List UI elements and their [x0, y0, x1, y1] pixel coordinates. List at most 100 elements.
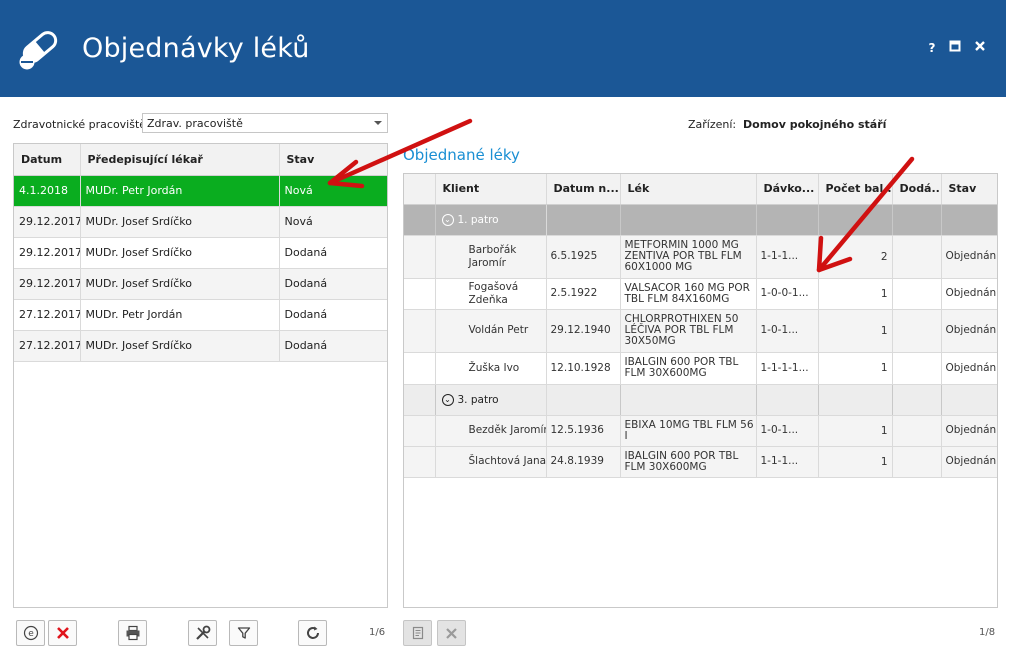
help-button[interactable]: ?: [924, 40, 940, 56]
drug-package-count: 1: [818, 415, 893, 447]
refresh-button[interactable]: [298, 620, 327, 646]
drug-client: Voldán Petr: [435, 309, 547, 353]
drugs-grid: Klient Datum n... Lék Dávko... Počet bal…: [403, 173, 998, 608]
drug-name: EBIXA 10MG TBL FLM 56 I: [620, 415, 757, 447]
drug-delivered: [892, 309, 942, 353]
drug-dosage: 1-0-0-1...: [756, 278, 819, 310]
filter-button[interactable]: [229, 620, 258, 646]
row-indent: [404, 352, 436, 385]
group-row-floor-3[interactable]: ⌄ 3. patro: [404, 384, 997, 416]
orders-col-date[interactable]: Datum: [14, 144, 81, 176]
order-date: 29.12.2017: [14, 237, 81, 269]
order-row[interactable]: 29.12.2017 MUDr. Josef Srdíčko Dodaná: [14, 268, 387, 300]
order-status: Nová: [279, 175, 387, 207]
drug-dosage: 1-1-1...: [756, 446, 819, 478]
order-date: 27.12.2017: [14, 330, 81, 362]
drugs-col-client[interactable]: Klient: [435, 174, 547, 205]
drug-row[interactable]: Žuška Ivo 12.10.1928 IBALGIN 600 POR TBL…: [404, 352, 997, 385]
drug-delivered: [892, 415, 942, 447]
drug-package-count: 1: [818, 352, 893, 385]
orders-col-doctor[interactable]: Předepisující lékař: [80, 144, 280, 176]
facility-value: Domov pokojného stáří: [743, 118, 887, 131]
delete-button[interactable]: [48, 620, 77, 646]
drug-client: Fogašová Zdeňka: [435, 278, 547, 310]
row-indent: [404, 235, 436, 279]
drugs-col-dosage[interactable]: Dávko...: [756, 174, 819, 205]
drug-row[interactable]: Šlachtová Jana 24.8.1939 IBALGIN 600 POR…: [404, 446, 997, 478]
document-icon: [412, 626, 423, 640]
order-doctor: MUDr. Petr Jordán: [80, 175, 280, 207]
filter-icon: [237, 627, 250, 639]
orders-grid: Datum Předepisující lékař Stav 4.1.2018 …: [13, 143, 388, 608]
drug-row[interactable]: Fogašová Zdeňka 2.5.1922 VALSACOR 160 MG…: [404, 278, 997, 310]
group-blank: [756, 384, 819, 416]
order-row[interactable]: 29.12.2017 MUDr. Josef Srdíčko Nová: [14, 206, 387, 238]
drug-status: Objednán: [941, 415, 997, 447]
drug-name: IBALGIN 600 POR TBL FLM 30X600MG: [620, 352, 757, 385]
group-row-floor-1[interactable]: ⌄ 1. patro: [404, 204, 997, 236]
svg-text:e: e: [28, 629, 34, 639]
order-date: 29.12.2017: [14, 206, 81, 238]
drugs-col-birthdate[interactable]: Datum n...: [546, 174, 621, 205]
workplace-label: Zdravotnické pracoviště:: [13, 118, 150, 131]
drug-client: Šlachtová Jana: [435, 446, 547, 478]
order-row[interactable]: 29.12.2017 MUDr. Josef Srdíčko Dodaná: [14, 237, 387, 269]
drug-delivered: [892, 235, 942, 279]
header-bar: Objednávky léků ?: [0, 0, 1006, 97]
maximize-button[interactable]: [947, 40, 963, 56]
collapse-icon[interactable]: ⌄: [441, 393, 454, 406]
drug-status: Objednán: [941, 309, 997, 353]
collapse-icon[interactable]: ⌄: [441, 213, 454, 226]
orders-col-status[interactable]: Stav: [279, 144, 387, 176]
group-blank: [941, 384, 997, 416]
order-row[interactable]: 27.12.2017 MUDr. Petr Jordán Dodaná: [14, 299, 387, 331]
group-blank: [620, 204, 757, 236]
pill-logo-icon: [19, 31, 58, 70]
edit-button[interactable]: e: [16, 620, 45, 646]
print-button[interactable]: [118, 620, 147, 646]
order-row[interactable]: 27.12.2017 MUDr. Josef Srdíčko Dodaná: [14, 330, 387, 362]
group-blank: [892, 384, 942, 416]
order-doctor: MUDr. Josef Srdíčko: [80, 268, 280, 300]
close-button[interactable]: [972, 40, 988, 56]
drugs-col-drug[interactable]: Lék: [620, 174, 757, 205]
drug-detail-button[interactable]: [403, 620, 432, 646]
order-status: Dodaná: [279, 299, 387, 331]
order-date: 29.12.2017: [14, 268, 81, 300]
order-doctor: MUDr. Josef Srdíčko: [80, 330, 280, 362]
order-doctor: MUDr. Josef Srdíčko: [80, 237, 280, 269]
order-status: Dodaná: [279, 330, 387, 362]
workplace-select-value: Zdrav. pracoviště: [147, 117, 243, 130]
drug-row[interactable]: Bezděk Jaromír 12.5.1936 EBIXA 10MG TBL …: [404, 415, 997, 447]
row-indent: [404, 278, 436, 310]
drug-delivered: [892, 446, 942, 478]
order-date: 27.12.2017: [14, 299, 81, 331]
drugs-col-status[interactable]: Stav: [941, 174, 997, 205]
drug-row[interactable]: Barbořák Jaromír 6.5.1925 METFORMIN 1000…: [404, 235, 997, 279]
order-row[interactable]: 4.1.2018 MUDr. Petr Jordán Nová: [14, 175, 387, 207]
order-status: Dodaná: [279, 237, 387, 269]
drug-package-count: 1: [818, 309, 893, 353]
workplace-select[interactable]: Zdrav. pracoviště: [142, 113, 388, 133]
drug-name: IBALGIN 600 POR TBL FLM 30X600MG: [620, 446, 757, 478]
chevron-down-icon: [374, 121, 382, 125]
drug-dosage: 1-1-1-1...: [756, 352, 819, 385]
group-indent: [404, 384, 436, 416]
drug-row[interactable]: Voldán Petr 29.12.1940 CHLORPROTHIXEN 50…: [404, 309, 997, 353]
drug-package-count: 2: [818, 235, 893, 279]
drug-delete-button[interactable]: [437, 620, 466, 646]
drugs-col-delivered[interactable]: Dodá...: [892, 174, 942, 205]
drugs-col-package-count[interactable]: Počet bal...: [818, 174, 893, 205]
group-blank: [941, 204, 997, 236]
order-date: 4.1.2018: [14, 175, 81, 207]
tools-button[interactable]: [188, 620, 217, 646]
drug-status: Objednán: [941, 235, 997, 279]
group-blank: [546, 384, 621, 416]
group-blank: [546, 204, 621, 236]
app-window: Objednávky léků ? Zdravotnické pracovišt…: [0, 0, 1010, 659]
drug-birthdate: 29.12.1940: [546, 309, 621, 353]
drug-name: METFORMIN 1000 MG ZENTIVA POR TBL FLM 60…: [620, 235, 757, 279]
row-indent: [404, 446, 436, 478]
group-blank: [818, 204, 893, 236]
group-indent: [404, 204, 436, 236]
